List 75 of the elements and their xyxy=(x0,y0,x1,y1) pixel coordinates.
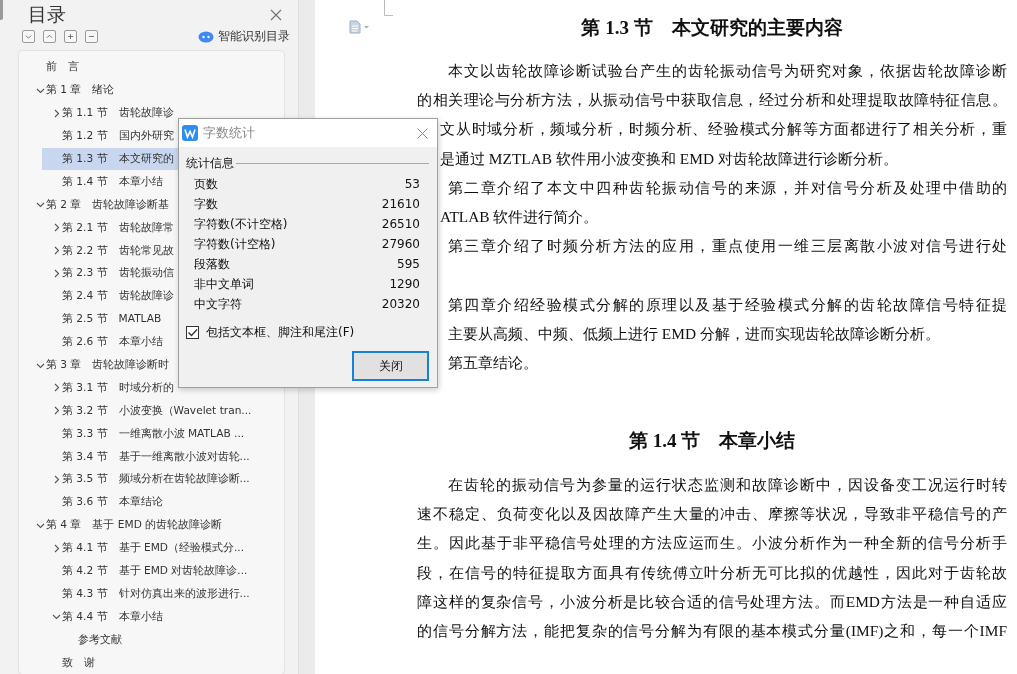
text-line: 的信号分解方法，能把复杂的信号分解为有限的基本模式分量(IMF)之和，每一个IMF xyxy=(417,621,1007,641)
text-line: 第三章介绍了时频分析方法的应用，重点使用一维三层离散小波对信号进行处 xyxy=(448,236,1007,257)
text-line: 本文以齿轮故障诊断试验台产生的齿轮振动信号为研究对象，依据齿轮故障诊断 xyxy=(448,61,1007,81)
close-button[interactable]: 关闭 xyxy=(352,351,429,381)
text-line: 的相关理论与分析方法，从振动信号中获取信息，经过分析和处理提取故障特征信息。 xyxy=(417,90,1007,111)
chevron-right-icon[interactable] xyxy=(52,246,61,256)
text-line: 文从时域分析，频域分析，时频分析、经验模式分解等方面都进行了相关分析，重 xyxy=(440,119,1007,140)
chevron-right-icon[interactable] xyxy=(52,406,61,416)
chevron-right-icon[interactable] xyxy=(52,108,61,118)
toc-item[interactable]: 第 3 章 齿轮故障诊断时 xyxy=(26,353,200,377)
chevron-down-button[interactable] xyxy=(22,30,35,43)
toc-item[interactable]: 前 言 xyxy=(26,56,109,79)
chevron-up-button[interactable] xyxy=(43,30,56,43)
toc-item[interactable]: 第 3.6 节 本章结论 xyxy=(42,490,193,514)
chevron-down-icon[interactable] xyxy=(36,200,45,210)
chevron-right-icon[interactable] xyxy=(52,474,61,484)
chevron-down-icon[interactable] xyxy=(52,612,61,622)
dialog-title: 字数统计 xyxy=(203,124,256,142)
text-line: 速不稳定、负荷变化以及因故障产生大量的冲击、摩擦等状况，导致非平稳信号的产 xyxy=(417,504,1007,525)
toc-item[interactable]: 第 1 章 绪论 xyxy=(26,78,145,102)
close-icon[interactable] xyxy=(270,9,282,21)
minus-button[interactable] xyxy=(85,30,98,43)
smart-toc-button[interactable]: 智能识别目录 xyxy=(198,28,290,45)
text-line: 段，在信号的特征提取方面具有传统傅立叶分析无可比拟的优越性，因此对于齿轮故 xyxy=(417,562,1007,583)
chevron-right-icon[interactable] xyxy=(52,223,61,233)
text-line: ATLAB 软件进行简介。 xyxy=(440,206,600,227)
plus-button[interactable] xyxy=(64,30,77,43)
section-heading: 第 1.4 节 本章小结 xyxy=(627,429,797,454)
chevron-right-icon[interactable] xyxy=(52,383,61,393)
mascot-icon xyxy=(198,30,214,43)
toc-item[interactable]: 第 4 章 基于 EMD 的齿轮故障诊断 xyxy=(26,513,253,537)
toc-item[interactable]: 第 4.3 节 针对仿真出来的波形进行... xyxy=(42,582,280,606)
toc-item[interactable]: 第 4.1 节 基于 EMD（经验模式分... xyxy=(42,536,275,560)
include-checkbox[interactable]: 包括文本框、脚注和尾注(F) xyxy=(186,323,355,341)
toc-item[interactable]: 第 4.4 节 本章小结 xyxy=(42,605,193,629)
stat-label: 中文字符 xyxy=(194,295,242,313)
stat-label: 段落数 xyxy=(194,255,230,273)
text-line: 是通过 MZTLAB 软件用小波变换和 EMD 对齿轮故障进行诊断分析。 xyxy=(440,148,899,169)
stat-label: 非中文单词 xyxy=(194,275,254,293)
checkbox[interactable] xyxy=(186,325,199,339)
text-line: 生。因此基于非平稳信号处理的方法应运而生。小波分析作为一种全新的信号分析手 xyxy=(417,533,1007,554)
text-line: 第五章结论。 xyxy=(448,352,539,373)
toc-item[interactable]: 第 3.3 节 一维离散小波 MATLAB ... xyxy=(42,422,275,446)
toc-item[interactable]: 致 谢 xyxy=(42,651,125,674)
toc-item[interactable]: 第 3.5 节 频域分析在齿轮故障诊断... xyxy=(42,468,280,491)
chevron-right-icon[interactable] xyxy=(52,268,61,278)
chevron-right-icon[interactable] xyxy=(52,543,61,553)
toc-item[interactable]: 第 1.1 节 齿轮故障诊 xyxy=(42,101,204,125)
text-line: 第四章介绍经验模式分解的原理以及基于经验模式分解的齿轮故障信号特征提 xyxy=(448,294,1007,315)
stat-value: 27960 xyxy=(381,237,420,251)
stat-label: 页数 xyxy=(194,175,218,193)
text-line: 在齿轮的振动信号为参量的运行状态监测和故障诊断中，因设备变工况运行时转 xyxy=(448,475,1007,496)
crop-mark xyxy=(384,0,394,18)
section-heading: 第 1.3 节 本文研究的主要内容 xyxy=(580,16,844,40)
stat-value: 20320 xyxy=(381,297,420,311)
toc-item[interactable]: 第 4.2 节 基于 EMD 对齿轮故障诊... xyxy=(42,559,278,583)
toc-item[interactable]: 参考文献 xyxy=(58,628,152,652)
stat-label: 字符数(不计空格) xyxy=(194,215,288,233)
app-logo-icon xyxy=(182,125,198,141)
stat-value: 595 xyxy=(397,257,420,271)
stat-value: 21610 xyxy=(381,197,420,211)
stat-value: 1290 xyxy=(389,277,420,291)
text-line: 第二章介绍了本文中四种齿轮振动信号的来源，并对信号分析及处理中借助的 xyxy=(448,177,1007,198)
toc-item[interactable]: 第 3.2 节 小波变换（Wavelet tran... xyxy=(42,399,282,423)
toc-item[interactable]: 第 3.4 节 基于一维离散小波对齿轮... xyxy=(42,445,280,469)
stat-value: 26510 xyxy=(381,217,420,231)
text-line: 障这样的复杂信号，小波分析是比较合适的信号处理方法。而EMD方法是一种自适应 xyxy=(417,591,1007,612)
scrollbar-thumb[interactable] xyxy=(0,0,3,20)
stat-label: 字数 xyxy=(194,195,218,213)
stat-value: 53 xyxy=(404,177,420,191)
toc-item[interactable]: 第 3.1 节 时域分析的 xyxy=(42,376,204,400)
stat-label: 字符数(计空格) xyxy=(194,235,276,253)
close-icon[interactable] xyxy=(417,127,428,139)
text-line: 主要从高频、中频、低频上进行 EMD 分解，进而实现齿轮故障诊断分析。 xyxy=(448,323,941,344)
panel-title: 目录 xyxy=(28,2,67,27)
